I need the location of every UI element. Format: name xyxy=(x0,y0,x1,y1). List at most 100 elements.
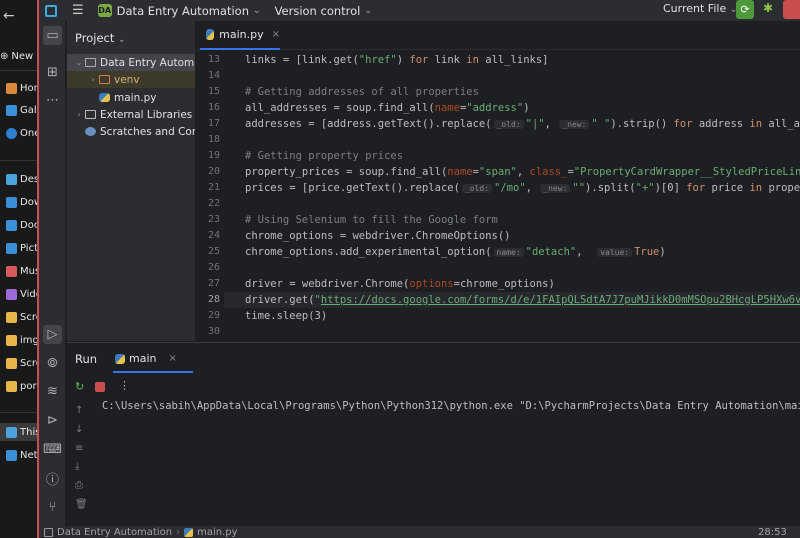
project-tree-item[interactable]: ⌄ Data Entry Automa xyxy=(67,54,195,71)
run-configuration-selector[interactable]: Current File ⌄ xyxy=(663,2,737,15)
gallery-icon xyxy=(6,104,17,116)
project-panel-header[interactable]: Project ⌄ xyxy=(75,31,126,45)
folder-icon xyxy=(6,357,17,369)
project-tree-item[interactable]: › venv xyxy=(67,71,195,88)
explorer-nav-item[interactable]: This xyxy=(0,423,37,441)
scroll-up-icon[interactable]: ↑ xyxy=(75,405,83,416)
left-tool-strip: ▭ ⊞ ⋯ ▷ ⦾ ≋ ⊳ ⌨ ⓘ ⑂ xyxy=(39,21,66,526)
explorer-nav-item[interactable]: Doc xyxy=(6,216,37,234)
library-icon xyxy=(85,110,96,119)
divider xyxy=(0,412,37,413)
stop-icon[interactable] xyxy=(95,382,105,392)
more-horizontal-icon: ⋯ xyxy=(46,93,59,108)
structure-tool-button[interactable]: ⊞ xyxy=(43,63,62,82)
close-icon[interactable]: × xyxy=(272,29,280,40)
run-console-output[interactable]: C:\Users\sabih\AppData\Local\Programs\Py… xyxy=(102,400,800,412)
explorer-nav-label: port xyxy=(20,380,37,392)
code-line[interactable]: driver.get("https://docs.google.com/form… xyxy=(245,292,800,308)
code-editor[interactable]: links = [link.get("href") for link in al… xyxy=(224,51,800,341)
folder-icon xyxy=(85,58,96,67)
project-selector[interactable]: Data Entry Automation xyxy=(117,4,249,18)
code-line[interactable]: chrome_options = webdriver.ChromeOptions… xyxy=(245,228,511,244)
desktop-icon xyxy=(6,173,17,185)
soft-wrap-icon[interactable]: ≡ xyxy=(75,443,83,454)
services-button[interactable]: ⊳ xyxy=(43,411,62,430)
back-arrow-icon[interactable]: ← xyxy=(3,8,15,24)
code-line[interactable]: prices = [price.getText().replace(_old: "… xyxy=(245,180,800,196)
breadcrumb-file[interactable]: main.py xyxy=(197,527,237,538)
explorer-nav-item[interactable]: Des xyxy=(6,170,37,188)
explorer-nav-item[interactable]: Scre xyxy=(6,308,37,326)
explorer-nav-item[interactable]: Scre xyxy=(6,354,37,372)
explorer-nav-label: Net xyxy=(20,449,37,461)
caret-position[interactable]: 28:53 xyxy=(758,527,787,538)
layers-button[interactable]: ≋ xyxy=(43,382,62,401)
code-line[interactable]: property_prices = soup.find_all(name="sp… xyxy=(245,164,800,180)
explorer-nav-item[interactable]: One xyxy=(6,124,37,142)
chevron-down-icon[interactable]: ⌄ xyxy=(253,6,261,16)
code-line[interactable]: chrome_options.add_experimental_option(n… xyxy=(245,244,666,260)
problems-icon: ⓘ xyxy=(45,473,59,488)
project-tree-label: Data Entry Automa xyxy=(100,56,195,69)
code-line[interactable]: links = [link.get("href") for link in al… xyxy=(245,52,549,68)
code-line[interactable]: # Getting addresses of all properties xyxy=(245,84,479,100)
expand-arrow-icon[interactable]: › xyxy=(73,110,85,119)
line-number: 25 xyxy=(207,246,220,257)
more-options-icon[interactable]: ⋮ xyxy=(119,379,130,392)
main-menu-icon[interactable]: ☰ xyxy=(72,4,84,17)
version-control-menu[interactable]: Version control xyxy=(275,4,361,18)
expand-arrow-icon[interactable]: ⌄ xyxy=(73,58,85,67)
explorer-nav-item[interactable]: Mus xyxy=(6,262,37,280)
explorer-nav-item[interactable]: Pict xyxy=(6,239,37,257)
code-line[interactable]: # Using Selenium to fill the Google form xyxy=(245,212,498,228)
documents-icon xyxy=(6,219,17,231)
tab-main-py[interactable]: main.py × xyxy=(200,21,280,50)
download-icon xyxy=(6,196,17,208)
project-tree-item[interactable]: main.py xyxy=(67,89,195,106)
project-badge[interactable]: DA xyxy=(97,4,112,17)
explorer-nav-item[interactable]: img xyxy=(6,331,37,349)
trash-icon[interactable]: 🗑 xyxy=(75,499,88,510)
project-tool-button[interactable]: ▭ xyxy=(43,26,62,45)
scroll-to-end-icon[interactable]: ⤓ xyxy=(75,461,79,472)
more-tools-button[interactable]: ⋯ xyxy=(43,91,62,110)
run-tab-main[interactable]: main × xyxy=(115,352,177,365)
divider xyxy=(0,160,37,161)
code-line[interactable]: all_addresses = soup.find_all(name="addr… xyxy=(245,100,530,116)
code-line[interactable]: time.sleep(3) xyxy=(245,308,327,324)
breadcrumb: Data Entry Automation › main.py xyxy=(44,527,238,538)
project-tree-item[interactable]: Scratches and Conso xyxy=(67,123,195,140)
rerun-button[interactable]: ⟳ xyxy=(736,0,754,19)
expand-arrow-icon[interactable]: › xyxy=(87,75,99,84)
breadcrumb-project[interactable]: Data Entry Automation xyxy=(57,527,172,538)
print-icon[interactable]: ⎙ xyxy=(75,480,83,491)
python-packages-button[interactable]: ⦾ xyxy=(43,354,62,373)
chevron-down-icon[interactable]: ⌄ xyxy=(364,6,372,16)
close-icon[interactable]: × xyxy=(168,353,176,364)
line-number: 18 xyxy=(207,134,220,145)
new-button[interactable]: ⊕ New xyxy=(0,47,37,65)
folder-icon: ▭ xyxy=(46,28,59,43)
code-line[interactable]: addresses = [address.getText().replace(_… xyxy=(245,116,800,132)
pycharm-window: ☰ DA Data Entry Automation ⌄ Version con… xyxy=(39,0,800,538)
explorer-nav-item[interactable]: Hom xyxy=(6,79,37,97)
git-button[interactable]: ⑂ xyxy=(43,498,62,517)
project-tree-item[interactable]: › External Libraries xyxy=(67,106,195,123)
rerun-icon[interactable]: ↻ xyxy=(75,380,84,393)
terminal-button[interactable]: ⌨ xyxy=(43,440,62,459)
explorer-nav-item[interactable]: Net xyxy=(6,446,37,464)
explorer-nav-item[interactable]: Vide xyxy=(6,285,37,303)
debug-bug-icon[interactable]: ✱ xyxy=(763,1,773,15)
network-icon xyxy=(6,449,17,461)
code-line[interactable]: # Getting property prices xyxy=(245,148,403,164)
explorer-nav-item[interactable]: Gall xyxy=(6,101,37,119)
python-file-icon xyxy=(206,29,215,40)
scroll-down-icon[interactable]: ↓ xyxy=(75,424,83,435)
explorer-nav-item[interactable]: port xyxy=(6,377,37,395)
explorer-nav-item[interactable]: Dow xyxy=(6,193,37,211)
problems-button[interactable]: ⓘ xyxy=(43,469,62,488)
this-pc-icon xyxy=(6,426,17,438)
stop-button[interactable] xyxy=(783,0,800,19)
run-tool-button[interactable]: ▷ xyxy=(43,325,62,344)
code-line[interactable]: driver = webdriver.Chrome(options=chrome… xyxy=(245,276,555,292)
